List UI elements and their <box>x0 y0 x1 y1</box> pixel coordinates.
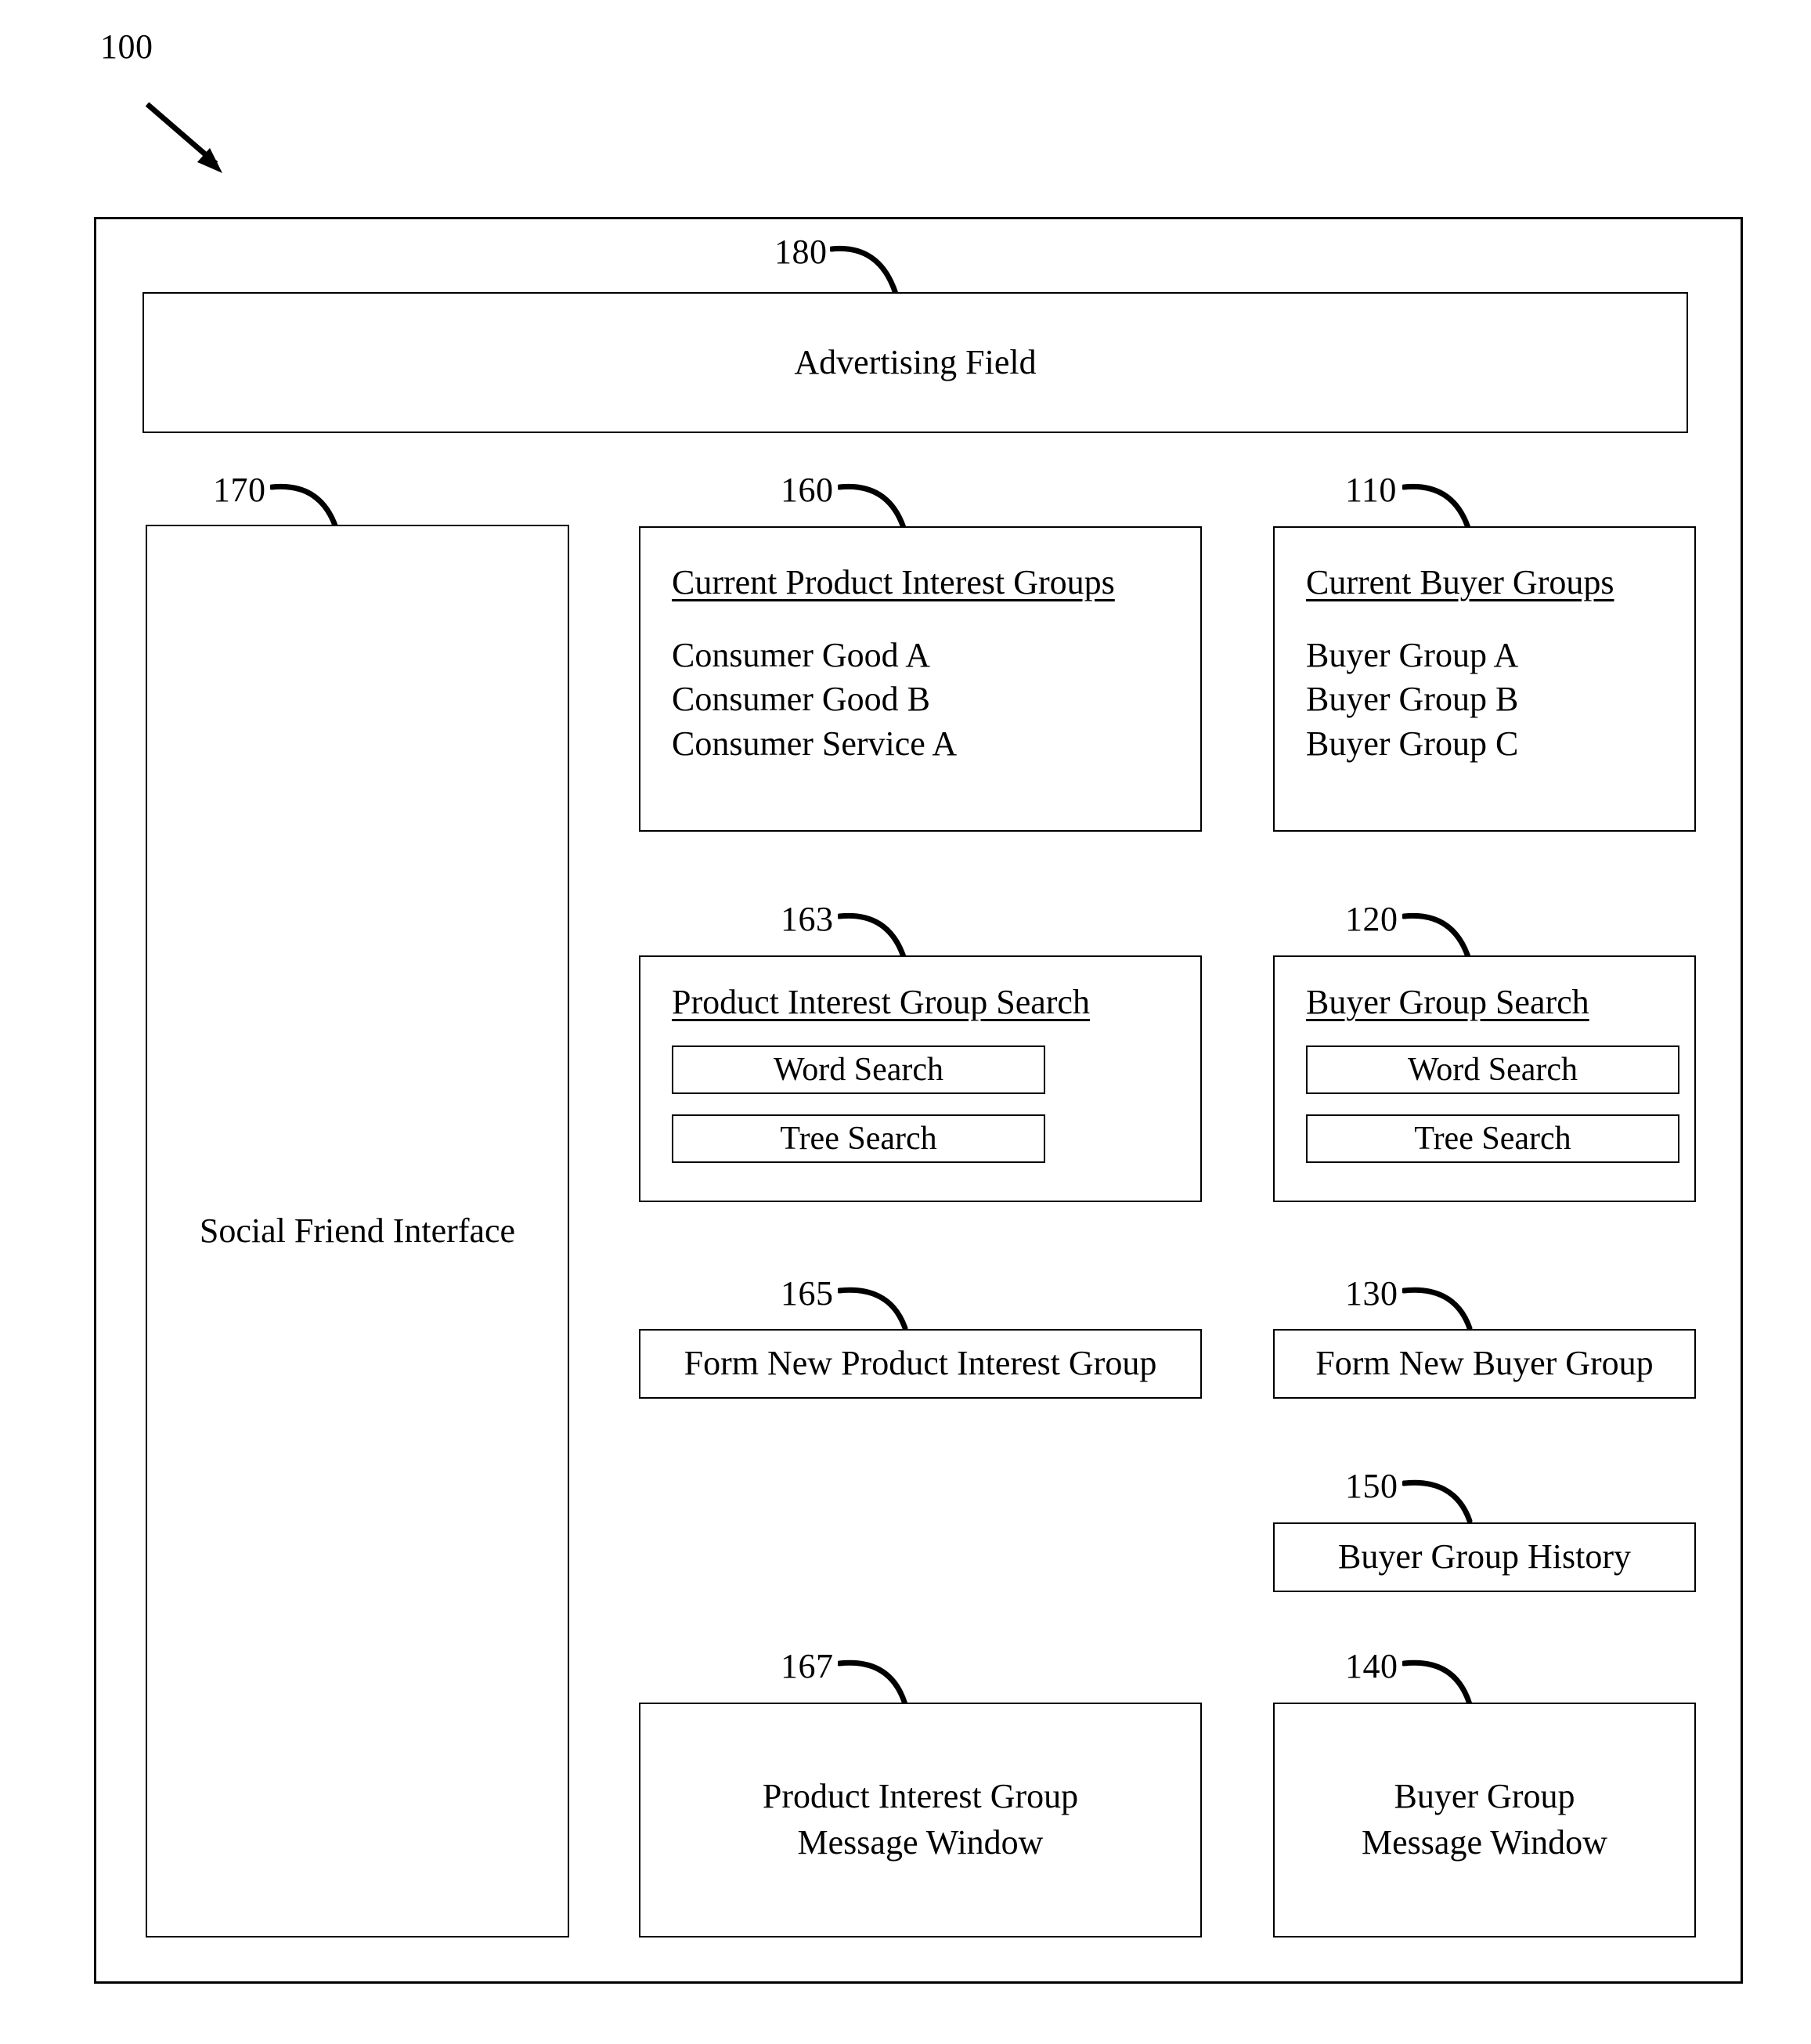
callout-170-social-friend-interface: 170 <box>213 471 266 509</box>
product-interest-group-message-window-label: Product Interest Group Message Window <box>762 1777 1079 1862</box>
list-item[interactable]: Consumer Good B <box>672 677 1200 721</box>
list-item[interactable]: Consumer Service A <box>672 722 1200 766</box>
buyer-group-message-window-label: Buyer Group Message Window <box>1362 1777 1607 1862</box>
buyer-group-word-search-button[interactable]: Word Search <box>1306 1045 1679 1094</box>
callout-167-product-interest-group-message-window: 167 <box>781 1647 834 1685</box>
buyer-group-message-window-panel[interactable]: Buyer Group Message Window <box>1273 1703 1696 1937</box>
current-buyer-groups-title: Current Buyer Groups <box>1306 563 1614 601</box>
form-new-buyer-group-button[interactable]: Form New Buyer Group <box>1273 1329 1696 1399</box>
product-interest-word-search-button[interactable]: Word Search <box>672 1045 1045 1094</box>
buyer-group-search-title: Buyer Group Search <box>1306 983 1589 1021</box>
figure-reference-100: 100 <box>100 27 153 66</box>
callout-110-current-buyer-groups: 110 <box>1345 471 1397 509</box>
list-item[interactable]: Buyer Group B <box>1306 677 1694 721</box>
current-buyer-groups-panel[interactable]: Current Buyer Groups Buyer Group A Buyer… <box>1273 526 1696 832</box>
product-interest-group-search-panel[interactable]: Product Interest Group Search Word Searc… <box>639 955 1202 1202</box>
social-friend-interface-label: Social Friend Interface <box>199 1211 516 1250</box>
advertising-field-label: Advertising Field <box>794 342 1037 381</box>
product-interest-group-message-window-panel[interactable]: Product Interest Group Message Window <box>639 1703 1202 1937</box>
callout-140-buyer-group-message-window: 140 <box>1345 1647 1398 1685</box>
product-interest-group-search-title: Product Interest Group Search <box>672 983 1090 1021</box>
callout-120-buyer-group-search: 120 <box>1345 900 1398 938</box>
callout-163-product-interest-group-search: 163 <box>781 900 834 938</box>
current-buyer-groups-list: Buyer Group A Buyer Group B Buyer Group … <box>1306 634 1694 766</box>
figure-reference-arrow-icon <box>145 102 222 173</box>
buyer-group-tree-search-button[interactable]: Tree Search <box>1306 1114 1679 1163</box>
buyer-group-history-button[interactable]: Buyer Group History <box>1273 1522 1696 1592</box>
buyer-group-history-label: Buyer Group History <box>1338 1537 1631 1576</box>
form-new-product-interest-group-button[interactable]: Form New Product Interest Group <box>639 1329 1202 1399</box>
social-friend-interface-panel[interactable]: Social Friend Interface <box>146 525 569 1937</box>
form-new-buyer-group-label: Form New Buyer Group <box>1315 1344 1654 1383</box>
current-product-interest-groups-list: Consumer Good A Consumer Good B Consumer… <box>672 634 1200 766</box>
product-interest-search-button-group: Word Search Tree Search <box>672 1045 1200 1163</box>
figure-canvas: 100 180 Advertising Field 170 Social Fri… <box>0 0 1811 2044</box>
product-interest-tree-search-button[interactable]: Tree Search <box>672 1114 1045 1163</box>
list-item[interactable]: Buyer Group C <box>1306 722 1694 766</box>
current-product-interest-groups-title: Current Product Interest Groups <box>672 563 1115 601</box>
buyer-group-search-button-group: Word Search Tree Search <box>1306 1045 1694 1163</box>
list-item[interactable]: Consumer Good A <box>672 634 1200 677</box>
callout-165-form-new-product-interest-group: 165 <box>781 1274 834 1313</box>
callout-130-form-new-buyer-group: 130 <box>1345 1274 1398 1313</box>
callout-180-advertising-field: 180 <box>774 233 828 271</box>
callout-150-buyer-group-history: 150 <box>1345 1467 1398 1505</box>
current-product-interest-groups-panel[interactable]: Current Product Interest Groups Consumer… <box>639 526 1202 832</box>
form-new-product-interest-group-label: Form New Product Interest Group <box>684 1344 1157 1383</box>
advertising-field-panel[interactable]: Advertising Field <box>142 292 1688 433</box>
callout-160-current-product-interest-groups: 160 <box>781 471 834 509</box>
buyer-group-search-panel[interactable]: Buyer Group Search Word Search Tree Sear… <box>1273 955 1696 1202</box>
list-item[interactable]: Buyer Group A <box>1306 634 1694 677</box>
